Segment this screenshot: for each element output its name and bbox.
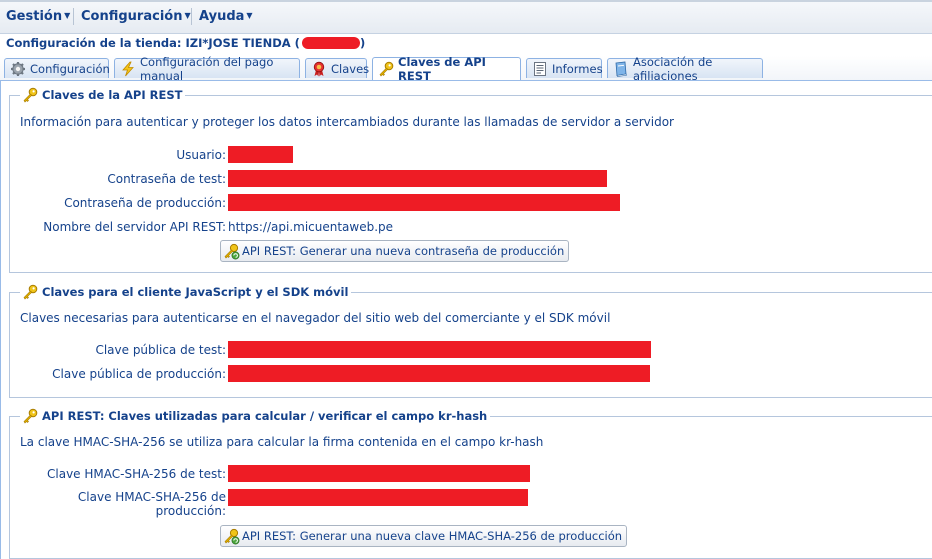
hmac-prod-label-line1: Clave HMAC-SHA-256 de bbox=[77, 490, 226, 504]
redacted-hmac-prod bbox=[228, 489, 528, 506]
key-icon bbox=[23, 408, 38, 424]
tab-asociacion-afiliaciones-label: Asociación de afiliaciones bbox=[633, 54, 713, 83]
redacted-public-key-prod bbox=[228, 365, 650, 382]
generate-hmac-prod-key-button[interactable]: API REST: Generar una nueva clave HMAC-S… bbox=[220, 525, 628, 547]
menu-separator bbox=[191, 8, 192, 25]
menu-top-border bbox=[0, 0, 932, 2]
tab-bar: Configuración Configuración del pago man… bbox=[0, 55, 932, 83]
report-icon bbox=[534, 61, 546, 76]
tab-configuracion[interactable]: Configuración bbox=[4, 58, 110, 78]
tab-claves-api-rest[interactable]: Claves de API REST bbox=[372, 55, 521, 83]
redacted-store-id bbox=[301, 37, 360, 49]
menu-gestion[interactable]: Gestión ▼ bbox=[6, 9, 70, 24]
tab-claves-api-rest-label: Claves de API REST bbox=[398, 55, 486, 83]
store-title-text: Configuración de la tienda: IZI*JOSE TIE… bbox=[6, 36, 300, 50]
menu-separator bbox=[73, 8, 74, 25]
hmac-test-label: Clave HMAC-SHA-256 de test: bbox=[47, 467, 226, 481]
tab-claves[interactable]: Claves bbox=[305, 58, 370, 78]
key-icon bbox=[23, 87, 38, 103]
hmac-prod-label-line2: producción: bbox=[155, 504, 226, 518]
section-rest-keys-legend: Claves de la API REST bbox=[20, 87, 186, 103]
ribbon-badge-icon bbox=[313, 61, 325, 76]
generate-prod-password-label: API REST: Generar una nueva contraseña d… bbox=[242, 244, 565, 258]
redacted-user-value bbox=[228, 146, 293, 163]
tab-pago-manual-label: Configuración del pago manual bbox=[140, 54, 274, 83]
section-js-sdk-keys-title: Claves para el cliente JavaScript y el S… bbox=[42, 285, 349, 299]
chevron-down-icon: ▼ bbox=[246, 11, 253, 20]
tab-claves-label: Claves bbox=[331, 61, 370, 76]
public-key-test-label: Clave pública de test: bbox=[95, 343, 226, 357]
prod-password-label: Contraseña de producción: bbox=[64, 196, 226, 210]
generate-prod-password-button[interactable]: API REST: Generar una nueva contraseña d… bbox=[220, 240, 570, 262]
section-js-sdk-keys-description: Claves necesarias para autenticarse en e… bbox=[20, 311, 611, 325]
section-rest-keys-description: Información para autenticar y proteger l… bbox=[20, 115, 674, 129]
section-hmac-keys: API REST: Claves utilizadas para calcula… bbox=[9, 408, 932, 559]
key-icon bbox=[23, 284, 38, 300]
tab-configuracion-label: Configuración bbox=[30, 61, 110, 76]
section-rest-keys-title: Claves de la API REST bbox=[42, 88, 183, 102]
gear-icon bbox=[11, 61, 25, 76]
lightning-icon bbox=[122, 61, 134, 76]
section-hmac-keys-title: API REST: Claves utilizadas para calcula… bbox=[42, 409, 488, 423]
server-name-value: https://api.micuentaweb.pe bbox=[228, 220, 394, 234]
chevron-down-icon: ▼ bbox=[184, 11, 191, 20]
key-refresh-icon bbox=[224, 528, 240, 544]
generate-hmac-prod-key-label: API REST: Generar una nueva clave HMAC-S… bbox=[242, 529, 623, 543]
redacted-hmac-test bbox=[228, 465, 530, 482]
key-refresh-icon bbox=[224, 243, 240, 259]
key-icon bbox=[379, 61, 394, 77]
chevron-down-icon: ▼ bbox=[64, 11, 71, 20]
user-label: Usuario: bbox=[176, 148, 226, 162]
menu-gestion-label: Gestión bbox=[6, 9, 63, 24]
tab-informes-label: Informes bbox=[552, 61, 603, 76]
server-name-label: Nombre del servidor API REST: bbox=[43, 220, 226, 234]
menu-ayuda-label: Ayuda bbox=[199, 9, 245, 24]
section-js-sdk-keys: Claves para el cliente JavaScript y el S… bbox=[9, 284, 932, 398]
section-hmac-keys-description: La clave HMAC-SHA-256 se utiliza para ca… bbox=[20, 435, 544, 449]
tab-informes[interactable]: Informes bbox=[526, 58, 603, 78]
section-rest-keys: Claves de la API REST Información para a… bbox=[9, 87, 932, 273]
section-hmac-keys-legend: API REST: Claves utilizadas para calcula… bbox=[20, 408, 491, 424]
tab-pago-manual[interactable]: Configuración del pago manual bbox=[114, 55, 300, 83]
test-password-label: Contraseña de test: bbox=[107, 172, 226, 186]
redacted-test-password bbox=[228, 170, 607, 187]
menu-configuracion-label: Configuración bbox=[81, 9, 183, 24]
public-key-prod-label: Clave pública de producción: bbox=[52, 367, 226, 381]
menu-bar: Gestión ▼ Configuración ▼ Ayuda ▼ bbox=[0, 0, 932, 34]
book-icon bbox=[615, 61, 627, 77]
menu-configuracion[interactable]: Configuración ▼ bbox=[81, 9, 191, 24]
menu-ayuda[interactable]: Ayuda ▼ bbox=[199, 9, 253, 24]
section-js-sdk-keys-legend: Claves para el cliente JavaScript y el S… bbox=[20, 284, 352, 300]
tab-content-panel: Claves de la API REST Información para a… bbox=[0, 81, 932, 559]
store-title: Configuración de la tienda: IZI*JOSE TIE… bbox=[6, 36, 365, 50]
redacted-public-key-test bbox=[228, 341, 651, 358]
store-title-close-paren: ) bbox=[359, 36, 366, 50]
redacted-prod-password bbox=[228, 194, 620, 211]
tab-asociacion-afiliaciones[interactable]: Asociación de afiliaciones bbox=[607, 55, 763, 83]
